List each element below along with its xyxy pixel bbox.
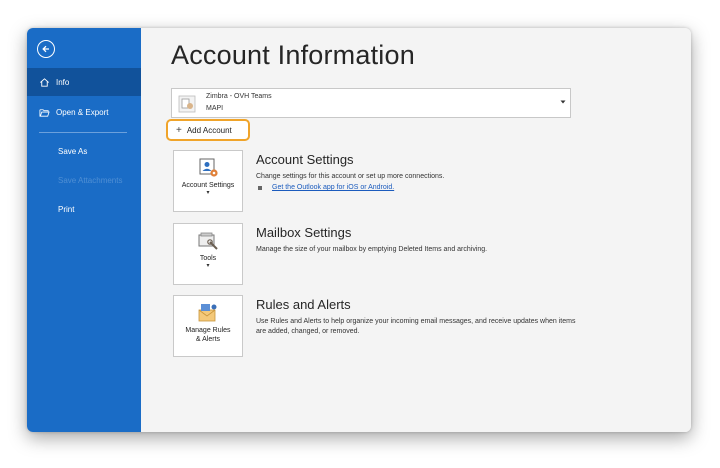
add-account-label: Add Account (186, 125, 232, 135)
mailbox-settings-description: Manage the size of your mailbox by empty… (256, 246, 488, 253)
sidebar-item-label: Open & Export (56, 107, 109, 117)
back-button[interactable] (37, 40, 55, 58)
account-name: Zimbra - OVH Teams (206, 93, 272, 100)
sidebar-item-label: Info (56, 77, 70, 87)
rules-alerts-title: Rules and Alerts (256, 297, 351, 312)
account-settings-tile[interactable]: Account Settings ▾ (173, 150, 243, 212)
sidebar-item-save-attachments: Save Attachments (58, 176, 123, 185)
account-settings-tile-label: Account Settings (181, 182, 235, 189)
chevron-down-icon: ▾ (206, 263, 210, 269)
backstage-sidebar: Info Open & Export Save As Save Attachme… (27, 28, 141, 432)
tools-tile-label: Tools (199, 255, 217, 262)
mailbox-settings-title: Mailbox Settings (256, 225, 352, 240)
tools-tile[interactable]: Tools ▾ (173, 223, 243, 285)
page-title: Account Information (171, 40, 415, 70)
outlook-app-link-row: Get the Outlook app for iOS or Android. (256, 184, 394, 191)
folder-open-icon (38, 106, 50, 118)
chevron-down-icon: ▾ (206, 190, 210, 196)
rules-alerts-description: Use Rules and Alerts to help organize yo… (256, 318, 576, 335)
back-arrow-icon (42, 45, 49, 53)
plus-icon: + (176, 124, 182, 136)
rules-alerts-icon (198, 304, 217, 322)
account-settings-title: Account Settings (256, 152, 354, 167)
tile-label-line-1: Manage Rules (185, 327, 231, 334)
manage-rules-tile-label: Manage Rules & Alerts (185, 326, 230, 344)
account-mailbox-icon (178, 95, 196, 113)
main-content: Account Information Zimbra - OVH Teams M… (141, 28, 691, 432)
tile-label-line-2: & Alerts (195, 336, 221, 343)
outlook-backstage-window: Info Open & Export Save As Save Attachme… (27, 28, 691, 432)
sidebar-item-print[interactable]: Print (58, 205, 74, 214)
tools-icon (198, 232, 218, 250)
account-settings-icon (199, 158, 218, 177)
account-type: MAPI (206, 105, 224, 112)
account-settings-description: Change settings for this account or set … (256, 173, 445, 180)
manage-rules-tile[interactable]: Manage Rules & Alerts (173, 295, 243, 357)
sidebar-item-open-export[interactable]: Open & Export (27, 98, 141, 126)
sidebar-item-info[interactable]: Info (27, 68, 141, 96)
sidebar-divider (39, 132, 127, 133)
bullet-icon (258, 185, 262, 190)
dropdown-arrow-icon (560, 100, 566, 104)
home-icon (38, 76, 50, 88)
outlook-app-link[interactable]: Get the Outlook app for iOS or Android. (272, 184, 394, 191)
add-account-button[interactable]: + Add Account (166, 119, 250, 141)
account-selector[interactable]: Zimbra - OVH Teams MAPI (171, 88, 571, 118)
sidebar-item-save-as[interactable]: Save As (58, 147, 87, 156)
